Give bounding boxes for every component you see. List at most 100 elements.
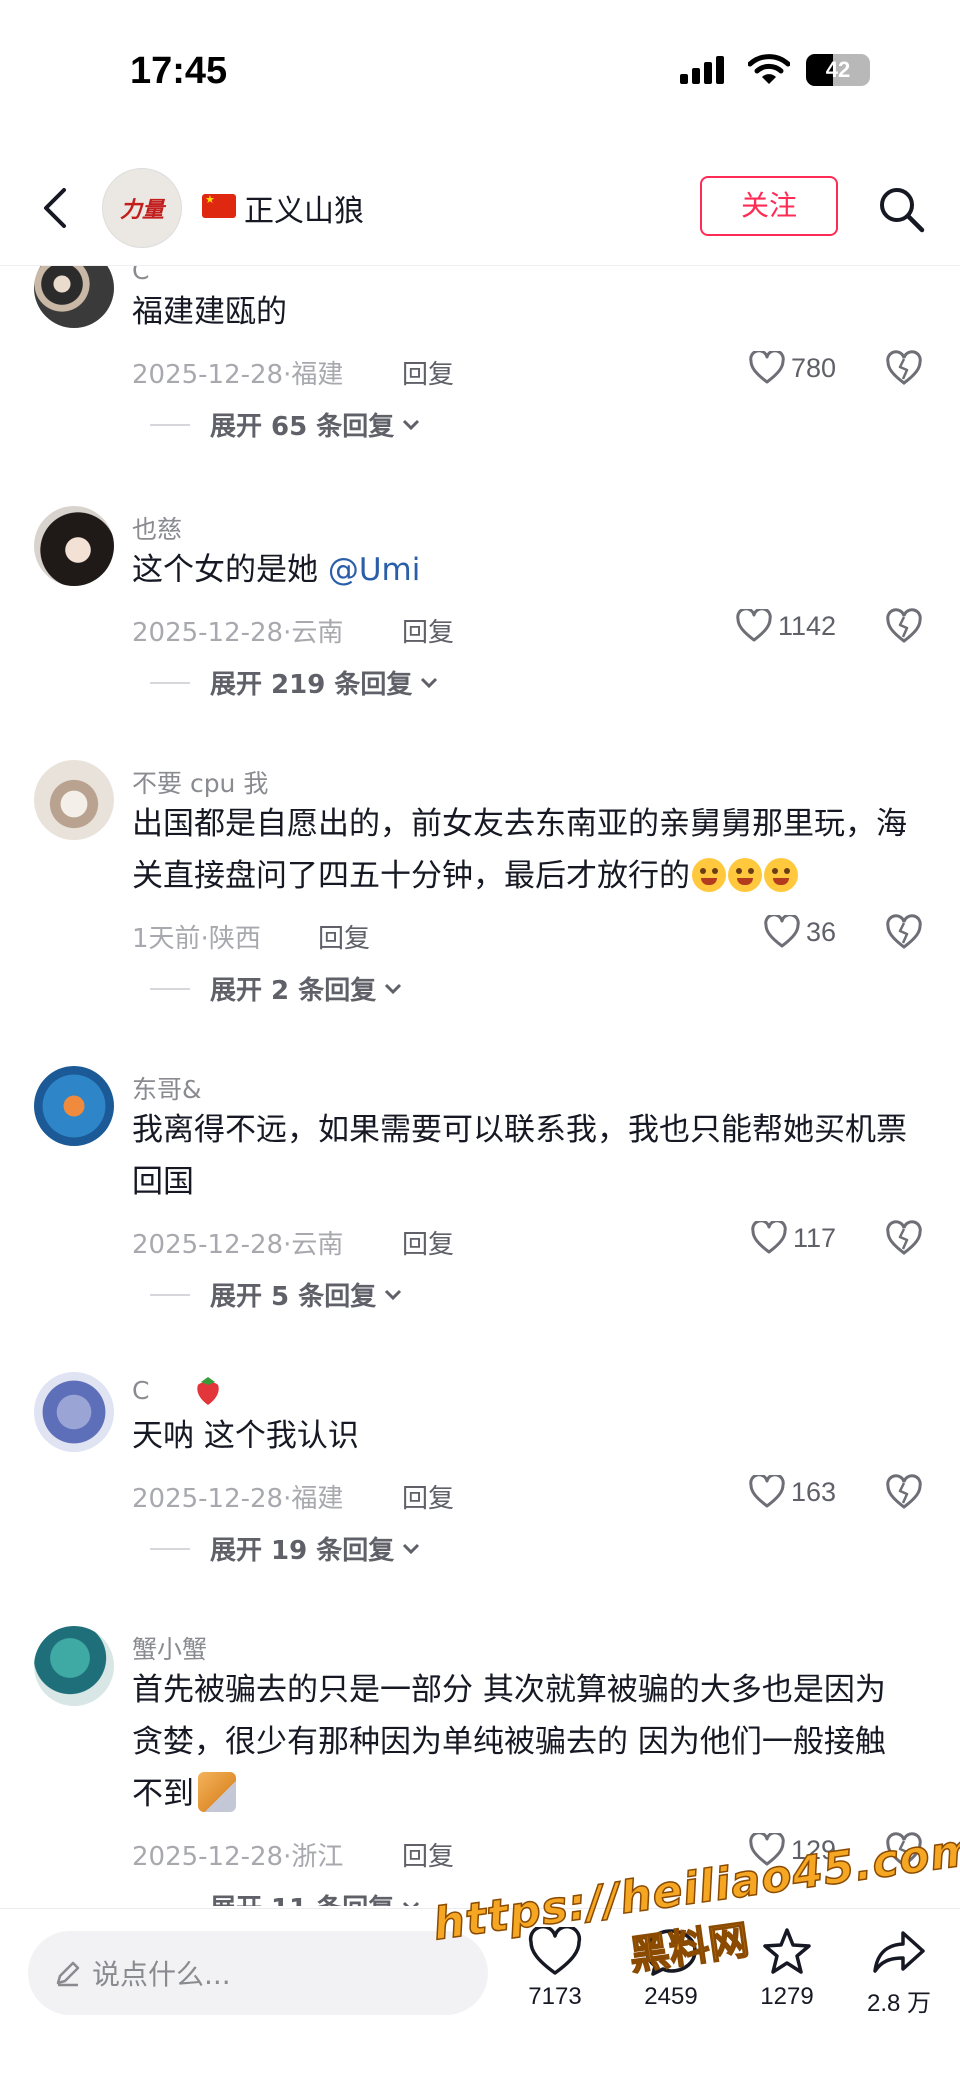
comment-location: 福建 [291,360,344,390]
heart-icon [749,351,785,384]
comment-item: 也慈 这个女的是她 @Umi 2025-12-28·云南 回复 1142 展开 … [0,506,960,736]
user-avatar[interactable] [34,1626,114,1706]
expand-replies[interactable]: 展开 65 条回复 [150,406,420,443]
like-button[interactable]: 36 [764,912,836,952]
comment-meta: 2025-12-28·福建 [132,354,343,391]
battery-icon: 42 [806,54,870,86]
comment-username[interactable]: 东哥& [132,1070,202,1106]
user-avatar[interactable] [34,1372,114,1452]
chevron-down-icon [403,1543,420,1554]
comment-date: 2025-12-28 [132,1230,284,1260]
video-share-count: 2.8 万 [866,1990,932,2017]
dislike-icon[interactable] [886,608,922,644]
battery-level: 42 [825,57,851,82]
expand-replies[interactable]: 展开 19 条回复 [150,1530,420,1567]
chevron-down-icon [403,419,420,430]
dislike-icon[interactable] [886,1220,922,1256]
expand-replies[interactable]: 展开 11 条回复 [150,1888,420,1906]
comment-input-placeholder: 说点什么... [92,1958,231,1991]
chevron-down-icon [385,983,402,994]
account-avatar-text: 力量 [119,197,164,223]
like-button[interactable]: 163 [749,1472,836,1512]
expand-replies-label: 展开 65 条回复 [210,412,395,442]
like-button[interactable]: 780 [749,348,836,388]
comment-text: 我离得不远，如果需要可以联系我，我也只能帮她买机票回国 [132,1112,907,1200]
video-comment-count: 2459 [644,1983,698,2010]
reply-button[interactable]: 回复 [402,1224,454,1261]
video-header: 力量 正义山狼 关注 [0,150,960,266]
comment-location: 云南 [291,618,344,648]
strawberry-icon [197,1377,219,1405]
expand-replies[interactable]: 展开 219 条回复 [150,664,438,701]
like-count: 780 [790,352,836,383]
reply-button[interactable]: 回复 [402,354,454,391]
expand-divider [150,423,190,426]
meta-separator: · [200,924,209,954]
user-avatar[interactable] [34,1066,114,1146]
comment-date: 2025-12-28 [132,1842,284,1872]
dislike-icon[interactable] [886,914,922,950]
user-avatar[interactable] [34,266,114,328]
video-favorite-count: 1279 [760,1983,814,2010]
comment-date: 2025-12-28 [132,618,284,648]
like-button[interactable]: 117 [751,1218,836,1258]
comment-text: 福建建瓯的 [132,294,287,330]
comment-meta: 2025-12-28·云南 [132,1224,343,1261]
expand-divider [150,1293,190,1296]
laughing-crying-emoji-icon [692,858,726,892]
comment-list[interactable]: C 福建建瓯的 2025-12-28·福建 回复 780 展开 65 条回复 也… [0,266,960,1906]
expand-divider [150,987,190,990]
like-button[interactable]: 1142 [736,606,836,646]
like-count: 117 [792,1222,836,1253]
pen-icon [56,1961,80,1987]
laughing-crying-emoji-icon [764,858,798,892]
expand-replies[interactable]: 展开 2 条回复 [150,970,402,1007]
expand-replies-label: 展开 19 条回复 [210,1536,395,1566]
comment-text: 出国都是自愿出的，前女友去东南亚的亲舅舅那里玩，海关直接盘问了四五十分钟，最后才… [132,798,912,902]
comment-date: 1天前 [132,924,201,954]
comment-item: C 天呐 这个我认识 2025-12-28·福建 回复 163 展开 19 条回… [0,1372,960,1602]
comment-item: 不要 cpu 我 出国都是自愿出的，前女友去东南亚的亲舅舅那里玩，海关直接盘问了… [0,760,960,1040]
heart-icon [751,1221,787,1254]
dislike-icon[interactable] [886,350,922,386]
reply-button[interactable]: 回复 [402,612,454,649]
comment-location: 福建 [291,1484,344,1514]
search-icon[interactable] [876,184,926,234]
expand-replies-label: 展开 219 条回复 [210,670,413,700]
comment-text: 首先被骗去的只是一部分 其次就算被骗的大多也是因为贪婪，很少有那种因为单纯被骗去… [132,1664,912,1820]
comment-username[interactable]: C [132,1376,149,1405]
follow-button[interactable]: 关注 [700,176,838,236]
reply-button[interactable]: 回复 [402,1478,454,1515]
comment-text: 这个女的是她 @Umi [132,544,912,596]
like-count: 163 [790,1476,836,1507]
expand-divider [150,1547,190,1550]
heart-icon [764,915,800,948]
comment-text-body: 首先被骗去的只是一部分 其次就算被骗的大多也是因为贪婪，很少有那种因为单纯被骗去… [132,1672,886,1812]
status-bar: 17:45 42 [0,0,960,140]
chevron-down-icon [403,1901,420,1906]
comment-username[interactable]: 也慈 [132,510,182,546]
comment-meta: 2025-12-28·福建 [132,1478,343,1515]
back-arrow-icon[interactable] [36,180,76,236]
comment-username[interactable]: 不要 cpu 我 [132,764,268,800]
account-name[interactable]: 正义山狼 [244,186,364,230]
expand-replies[interactable]: 展开 5 条回复 [150,1276,402,1313]
comment-meta: 2025-12-28·浙江 [132,1836,343,1873]
comment-item: C 福建建瓯的 2025-12-28·福建 回复 780 展开 65 条回复 [0,266,960,486]
reply-button[interactable]: 回复 [402,1836,454,1873]
comment-username[interactable]: C [132,266,149,285]
user-avatar[interactable] [34,760,114,840]
like-count: 1142 [777,610,836,641]
account-avatar[interactable]: 力量 [102,168,182,248]
heart-icon [749,1475,785,1508]
user-mention-link[interactable]: @Umi [328,552,421,588]
user-avatar[interactable] [34,506,114,586]
comment-input[interactable]: 说点什么... [28,1931,488,2015]
expand-divider [150,1905,190,1906]
dislike-icon[interactable] [886,1474,922,1510]
reply-button[interactable]: 回复 [318,918,370,955]
expand-replies-label: 展开 2 条回复 [210,976,377,1006]
comment-username[interactable]: 蟹小蟹 [132,1630,207,1666]
chevron-down-icon [385,1289,402,1300]
wifi-icon [748,54,790,84]
